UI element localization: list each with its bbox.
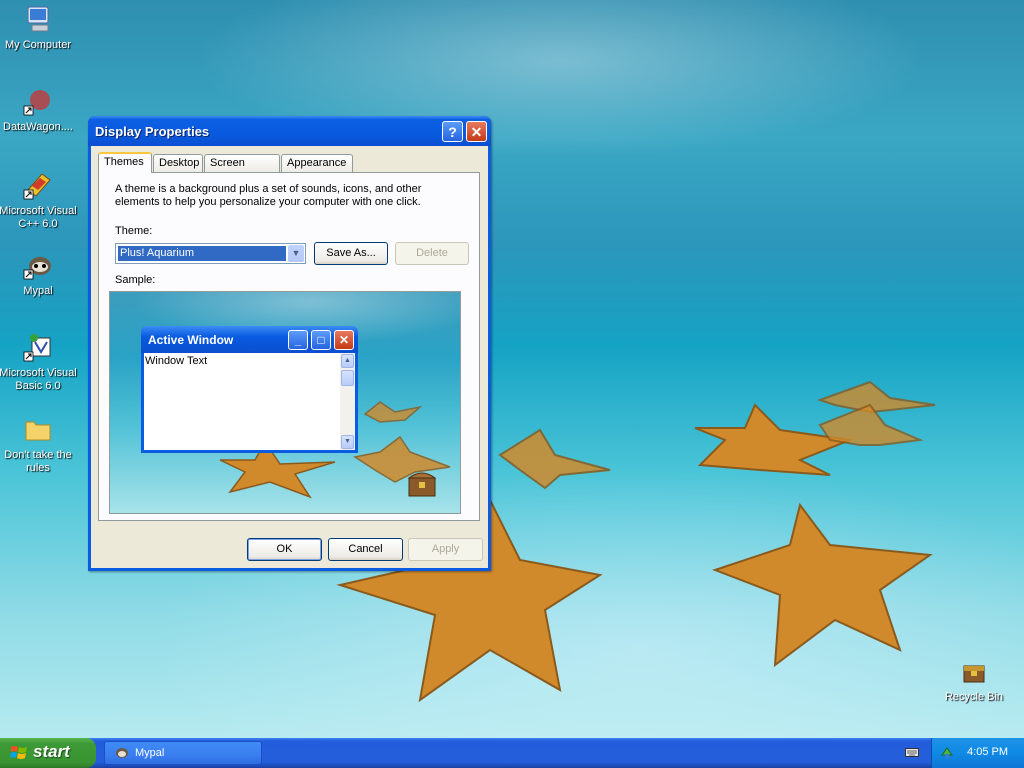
desktop-icon-label: Microsoft Visual Basic 6.0: [0, 367, 77, 392]
sample-label: Sample:: [115, 274, 156, 286]
ok-button[interactable]: OK: [247, 538, 322, 561]
mypal-icon: [23, 257, 51, 280]
clock[interactable]: 4:05 PM: [967, 746, 1008, 758]
folder-icon: [25, 421, 51, 441]
keyboard-icon[interactable]: [905, 746, 919, 758]
start-button[interactable]: start: [0, 738, 96, 768]
tab-appearance[interactable]: Appearance: [281, 154, 353, 172]
desktop-icon-label: Microsoft Visual C++ 6.0: [0, 205, 77, 230]
sample-window-body: Window Text ▲ ▼: [144, 353, 355, 450]
my-computer-icon: [27, 6, 49, 32]
scroll-thumb: [341, 370, 354, 386]
sample-window-text: Window Text: [145, 355, 208, 367]
recycle-bin-icon: [963, 665, 985, 683]
visual-basic-icon: [23, 334, 51, 362]
theme-label: Theme:: [115, 225, 153, 237]
desktop-icon-label: Don't take the rules: [4, 449, 72, 474]
theme-dropdown-value: Plus! Aquarium: [118, 246, 286, 261]
visual-cpp-icon: [23, 173, 51, 200]
sample-title-bar: Active Window _ □ ✕: [141, 326, 358, 353]
network-icon[interactable]: [940, 745, 954, 759]
system-tray: 4:05 PM: [931, 738, 1024, 768]
desktop-icon-recycle-bin[interactable]: Recycle Bin: [934, 656, 1014, 704]
desktop-icon-datawagon[interactable]: DataWagon....: [0, 86, 78, 134]
sample-preview: Active Window _ □ ✕ Window Text ▲ ▼: [109, 291, 461, 514]
close-button[interactable]: ✕: [466, 121, 487, 142]
desktop-icon-visual-basic[interactable]: Microsoft Visual Basic 6.0: [0, 332, 78, 393]
apply-button[interactable]: Apply: [408, 538, 483, 561]
desktop-icon-folder[interactable]: Don't take the rules: [0, 414, 78, 475]
maximize-icon: □: [311, 330, 331, 350]
cancel-button[interactable]: Cancel: [328, 538, 403, 561]
themes-description: A theme is a background plus a set of so…: [115, 183, 422, 208]
desktop-icon-my-computer[interactable]: My Computer: [0, 4, 78, 52]
sample-window-title: Active Window: [148, 333, 234, 347]
tab-desktop[interactable]: Desktop: [153, 154, 203, 172]
delete-button[interactable]: Delete: [395, 242, 469, 265]
tab-screen-saver[interactable]: Screen Saver: [204, 154, 280, 186]
desktop-icon-label: My Computer: [4, 39, 72, 51]
mypal-icon: [116, 748, 128, 758]
window-title: Display Properties: [95, 124, 210, 139]
desktop-icon-visual-cpp[interactable]: Microsoft Visual C++ 6.0: [0, 170, 78, 231]
chevron-down-icon[interactable]: ▼: [288, 245, 304, 262]
scroll-down-icon: ▼: [341, 435, 354, 449]
sample-scrollbar: ▲ ▼: [340, 353, 355, 450]
desktop-icon-label: Mypal: [23, 285, 53, 297]
taskbar-item-label: Mypal: [135, 747, 165, 759]
windows-logo-icon: [10, 746, 27, 759]
taskbar-item-mypal[interactable]: Mypal: [104, 741, 262, 765]
minimize-icon: _: [288, 330, 308, 350]
dialog-client-area: Themes Desktop Screen Saver Appearance A…: [91, 146, 488, 568]
help-button[interactable]: ?: [442, 121, 463, 142]
display-properties-window[interactable]: Display Properties ? ✕ Themes Desktop Sc…: [88, 116, 491, 571]
taskbar: start Mypal 4:05 PM: [0, 738, 1024, 768]
desktop-icon-mypal[interactable]: Mypal: [0, 250, 78, 298]
theme-dropdown[interactable]: Plus! Aquarium ▼: [115, 243, 306, 264]
themes-panel: A theme is a background plus a set of so…: [98, 172, 480, 521]
scroll-up-icon: ▲: [341, 354, 354, 368]
datawagon-icon: [23, 90, 50, 116]
title-bar[interactable]: Display Properties ? ✕: [88, 116, 491, 146]
tab-themes[interactable]: Themes: [98, 152, 152, 173]
desktop-icon-label: Recycle Bin: [944, 691, 1004, 703]
start-label: start: [33, 742, 70, 761]
treasure-chest-icon: [407, 472, 437, 497]
save-as-button[interactable]: Save As...: [314, 242, 388, 265]
desktop-icon-label: DataWagon....: [3, 121, 73, 133]
close-icon: ✕: [334, 330, 354, 350]
sample-active-window: Active Window _ □ ✕ Window Text ▲ ▼: [141, 326, 358, 453]
